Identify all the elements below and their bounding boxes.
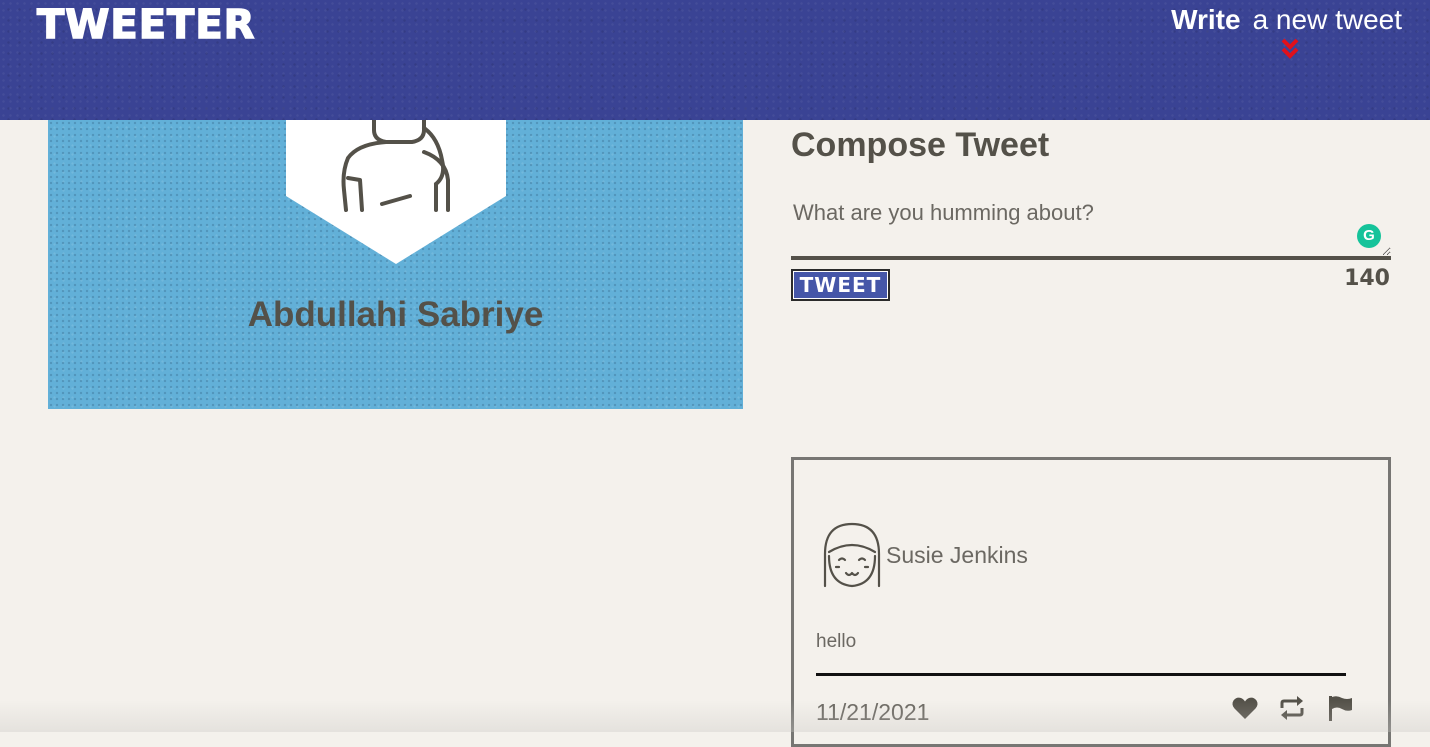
retweet-icon[interactable] bbox=[1278, 694, 1306, 722]
tweet-card: Susie Jenkins hello 11/21/2021 bbox=[791, 457, 1391, 747]
heart-icon[interactable] bbox=[1231, 694, 1259, 722]
grammarly-letter: G bbox=[1363, 227, 1375, 244]
profile-header: Abdullahi Sabriye bbox=[48, 120, 743, 409]
flag-icon[interactable] bbox=[1326, 694, 1354, 722]
tweet-text-input[interactable] bbox=[791, 194, 1391, 260]
tweet-body: hello bbox=[816, 631, 857, 652]
write-label: Write bbox=[1171, 4, 1241, 35]
profile-name: Abdullahi Sabriye bbox=[247, 295, 544, 334]
top-nav: TWEETER Write a new tweet bbox=[0, 0, 1430, 120]
tweet-avatar-icon bbox=[823, 522, 881, 588]
write-new-tweet-link[interactable]: Write a new tweet bbox=[1171, 4, 1402, 36]
user-avatar-icon bbox=[286, 120, 506, 264]
grammarly-icon[interactable]: G bbox=[1357, 224, 1381, 248]
new-tweet-label: a new tweet bbox=[1252, 4, 1402, 35]
tweet-date: 11/21/2021 bbox=[816, 699, 930, 725]
tweet-author-name: Susie Jenkins bbox=[886, 542, 1028, 568]
tweet-submit-button[interactable]: TWEET bbox=[791, 269, 890, 301]
double-chevron-down-icon[interactable] bbox=[1280, 38, 1300, 60]
compose-title: Compose Tweet bbox=[791, 126, 1050, 164]
character-counter: 140 bbox=[1344, 266, 1390, 291]
tweet-divider bbox=[816, 673, 1346, 676]
app-logo[interactable]: TWEETER bbox=[36, 1, 255, 49]
